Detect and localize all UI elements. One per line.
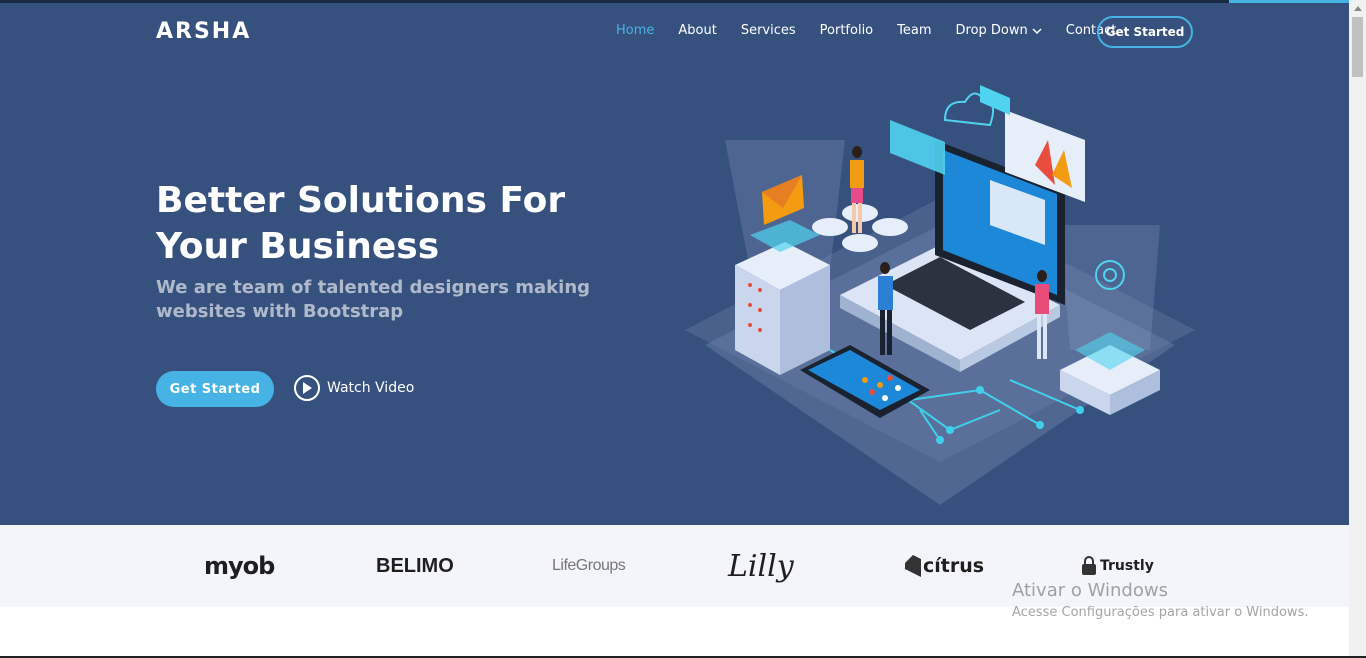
client-logo-myob: myob — [204, 545, 275, 587]
citrus-mark-icon — [905, 555, 921, 577]
client-name: Trustly — [1100, 558, 1154, 574]
play-icon — [294, 375, 320, 401]
client-logo-belimo: BELIMO — [376, 545, 454, 587]
header-get-started-button[interactable]: Get Started — [1097, 16, 1193, 48]
header: ARSHA Home About Services Portfolio Team… — [0, 3, 1349, 61]
client-name: BELIMO — [376, 554, 454, 577]
main-nav: Home About Services Portfolio Team Drop … — [616, 23, 1140, 38]
windows-activation-subtitle: Acesse Configurações para ativar o Windo… — [1012, 605, 1309, 620]
client-name: myob — [204, 552, 275, 580]
watch-video-link[interactable]: Watch Video — [294, 375, 414, 401]
client-name: cítrus — [923, 555, 985, 577]
scrollbar-thumb[interactable] — [1352, 17, 1363, 77]
nav-dropdown[interactable]: Drop Down — [956, 23, 1042, 38]
page-scrollbar[interactable] — [1349, 0, 1366, 658]
page: ARSHA Home About Services Portfolio Team… — [0, 0, 1366, 658]
client-logo-lilly: Lilly — [728, 545, 794, 587]
windows-activation-title: Ativar o Windows — [1012, 580, 1168, 601]
hero-subtitle: We are team of talented designers making… — [156, 277, 591, 322]
client-name: Lilly — [728, 548, 794, 584]
nav-portfolio[interactable]: Portfolio — [820, 23, 873, 38]
nav-home[interactable]: Home — [616, 23, 654, 38]
nav-about[interactable]: About — [678, 23, 716, 38]
client-name: LifeGroups — [552, 557, 626, 574]
chevron-down-icon — [1032, 27, 1042, 34]
client-logo-lifegroups: LifeGroups — [552, 545, 626, 587]
nav-services[interactable]: Services — [741, 23, 796, 38]
hero-illustration — [685, 85, 1195, 505]
watch-video-label: Watch Video — [327, 380, 415, 396]
scroll-up-icon[interactable] — [1349, 0, 1366, 16]
hero-title: Better Solutions For Your Business — [156, 180, 566, 267]
nav-dropdown-label: Drop Down — [955, 23, 1028, 38]
logo[interactable]: ARSHA — [156, 19, 251, 44]
client-logo-citrus: cítrus — [905, 545, 984, 587]
hero-get-started-button[interactable]: Get Started — [156, 371, 274, 407]
lock-icon — [1082, 556, 1096, 575]
nav-team[interactable]: Team — [897, 23, 931, 38]
